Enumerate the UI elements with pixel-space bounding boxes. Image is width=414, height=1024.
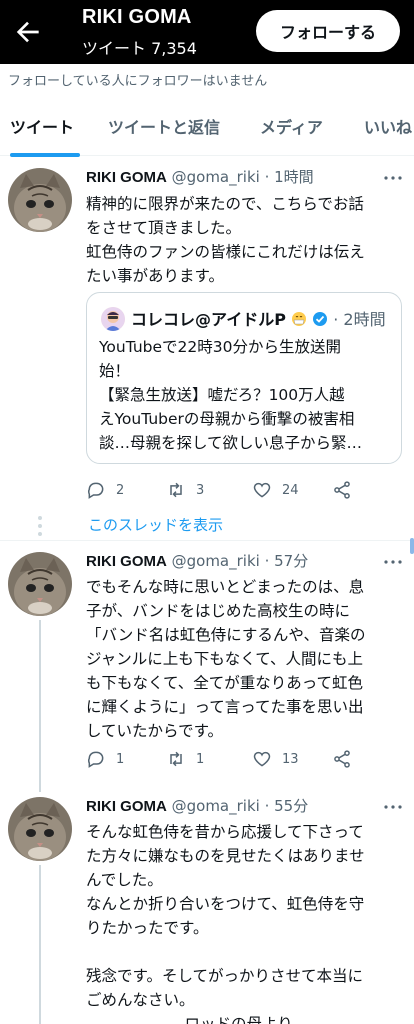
reply-count: 1 bbox=[116, 751, 125, 767]
retweet-count: 3 bbox=[196, 482, 205, 498]
reply-icon bbox=[88, 482, 104, 499]
more-icon[interactable] bbox=[384, 805, 402, 809]
author-name[interactable]: RIKI GOMA bbox=[86, 169, 167, 186]
author-name[interactable]: RIKI GOMA bbox=[86, 798, 167, 815]
tweet-count: ツイート 7,354 bbox=[82, 39, 197, 58]
handle-time[interactable]: @goma_riki · 57分 bbox=[172, 552, 309, 570]
more-icon[interactable] bbox=[384, 560, 402, 564]
more-icon[interactable] bbox=[384, 176, 402, 180]
reply-button[interactable]: 2 bbox=[86, 478, 124, 502]
reply-button[interactable]: 1 bbox=[86, 747, 124, 771]
like-button[interactable]: 13 bbox=[252, 747, 299, 771]
avatar[interactable] bbox=[8, 168, 72, 232]
thread-line bbox=[39, 865, 41, 1024]
follow-button[interactable]: フォローする bbox=[256, 10, 400, 52]
retweet-icon bbox=[170, 751, 182, 767]
thread-dot bbox=[38, 516, 42, 520]
followers-notice: フォローしている人にフォロワーはいません bbox=[8, 74, 268, 89]
quote-avatar bbox=[101, 307, 125, 331]
like-icon bbox=[253, 751, 271, 767]
avatar[interactable] bbox=[8, 552, 72, 616]
quote-time: · 2時間 bbox=[333, 310, 386, 329]
handle-time[interactable]: @goma_riki · 1時間 bbox=[172, 168, 314, 186]
quote-text: YouTubeで22時30分から生放送開 始！ 【緊急生放送】嘘だろ？100万人… bbox=[99, 338, 363, 452]
retweet-button[interactable]: 3 bbox=[166, 478, 204, 502]
show-thread-link[interactable]: このスレッドを表示 bbox=[88, 514, 223, 535]
back-arrow-icon[interactable] bbox=[12, 16, 44, 48]
emoji-icon bbox=[291, 310, 312, 329]
quote-tweet[interactable]: コレコレ@アイドルP · 2時間 YouTubeで22時30分から生放送開 始！… bbox=[86, 292, 402, 464]
share-button[interactable] bbox=[332, 747, 362, 771]
tweet-text: そんな虹色侍を昔から応援して下さって た方々に嫌なものを見せたくはありませ んで… bbox=[86, 823, 365, 1024]
retweet-icon bbox=[170, 482, 182, 498]
like-icon bbox=[253, 482, 271, 498]
tweet-actions: 2 3 24 bbox=[86, 478, 366, 502]
divider bbox=[0, 540, 414, 541]
avatar[interactable] bbox=[8, 797, 72, 861]
like-button[interactable]: 24 bbox=[252, 478, 299, 502]
share-icon bbox=[334, 750, 350, 768]
retweet-count: 1 bbox=[196, 751, 205, 767]
handle-time[interactable]: @goma_riki · 55分 bbox=[172, 797, 309, 815]
tab-tweets-and-replies[interactable]: ツイートと返信 bbox=[108, 114, 220, 138]
author-name[interactable]: RIKI GOMA bbox=[86, 553, 167, 570]
reply-icon bbox=[88, 751, 104, 768]
tab-tweets[interactable]: ツイート bbox=[10, 114, 74, 138]
profile-tabs: ツイート ツイートと返信 メディア いいね bbox=[0, 100, 414, 156]
tab-likes[interactable]: いいね bbox=[364, 114, 412, 138]
like-count: 24 bbox=[282, 482, 299, 498]
tweet-actions: 1 1 13 bbox=[86, 747, 366, 771]
retweet-button[interactable]: 1 bbox=[166, 747, 204, 771]
profile-header: RIKI GOMA ツイート 7,354 フォローする bbox=[0, 0, 414, 64]
tab-media[interactable]: メディア bbox=[260, 114, 323, 138]
thread-dot bbox=[38, 524, 42, 528]
share-icon bbox=[334, 481, 350, 499]
like-count: 13 bbox=[282, 751, 299, 767]
tweet-text: でもそんな時に思いとどまったのは、息 子が、バンドをはじめた高校生の時に 「バン… bbox=[86, 578, 366, 740]
thread-line bbox=[39, 620, 41, 792]
tweet-text: 精神的に限界が来たので、こちらでお話 をさせて頂きました。 虹色侍のファンの皆様… bbox=[86, 195, 365, 285]
profile-name: RIKI GOMA bbox=[82, 6, 192, 28]
thread-dot bbox=[38, 532, 42, 536]
quote-author-name: コレコレ@アイドルP bbox=[131, 310, 286, 329]
share-button[interactable] bbox=[332, 478, 362, 502]
scrollbar[interactable] bbox=[410, 538, 414, 554]
active-tab-indicator bbox=[10, 153, 80, 157]
reply-count: 2 bbox=[116, 482, 125, 498]
verified-badge-icon bbox=[312, 310, 333, 329]
